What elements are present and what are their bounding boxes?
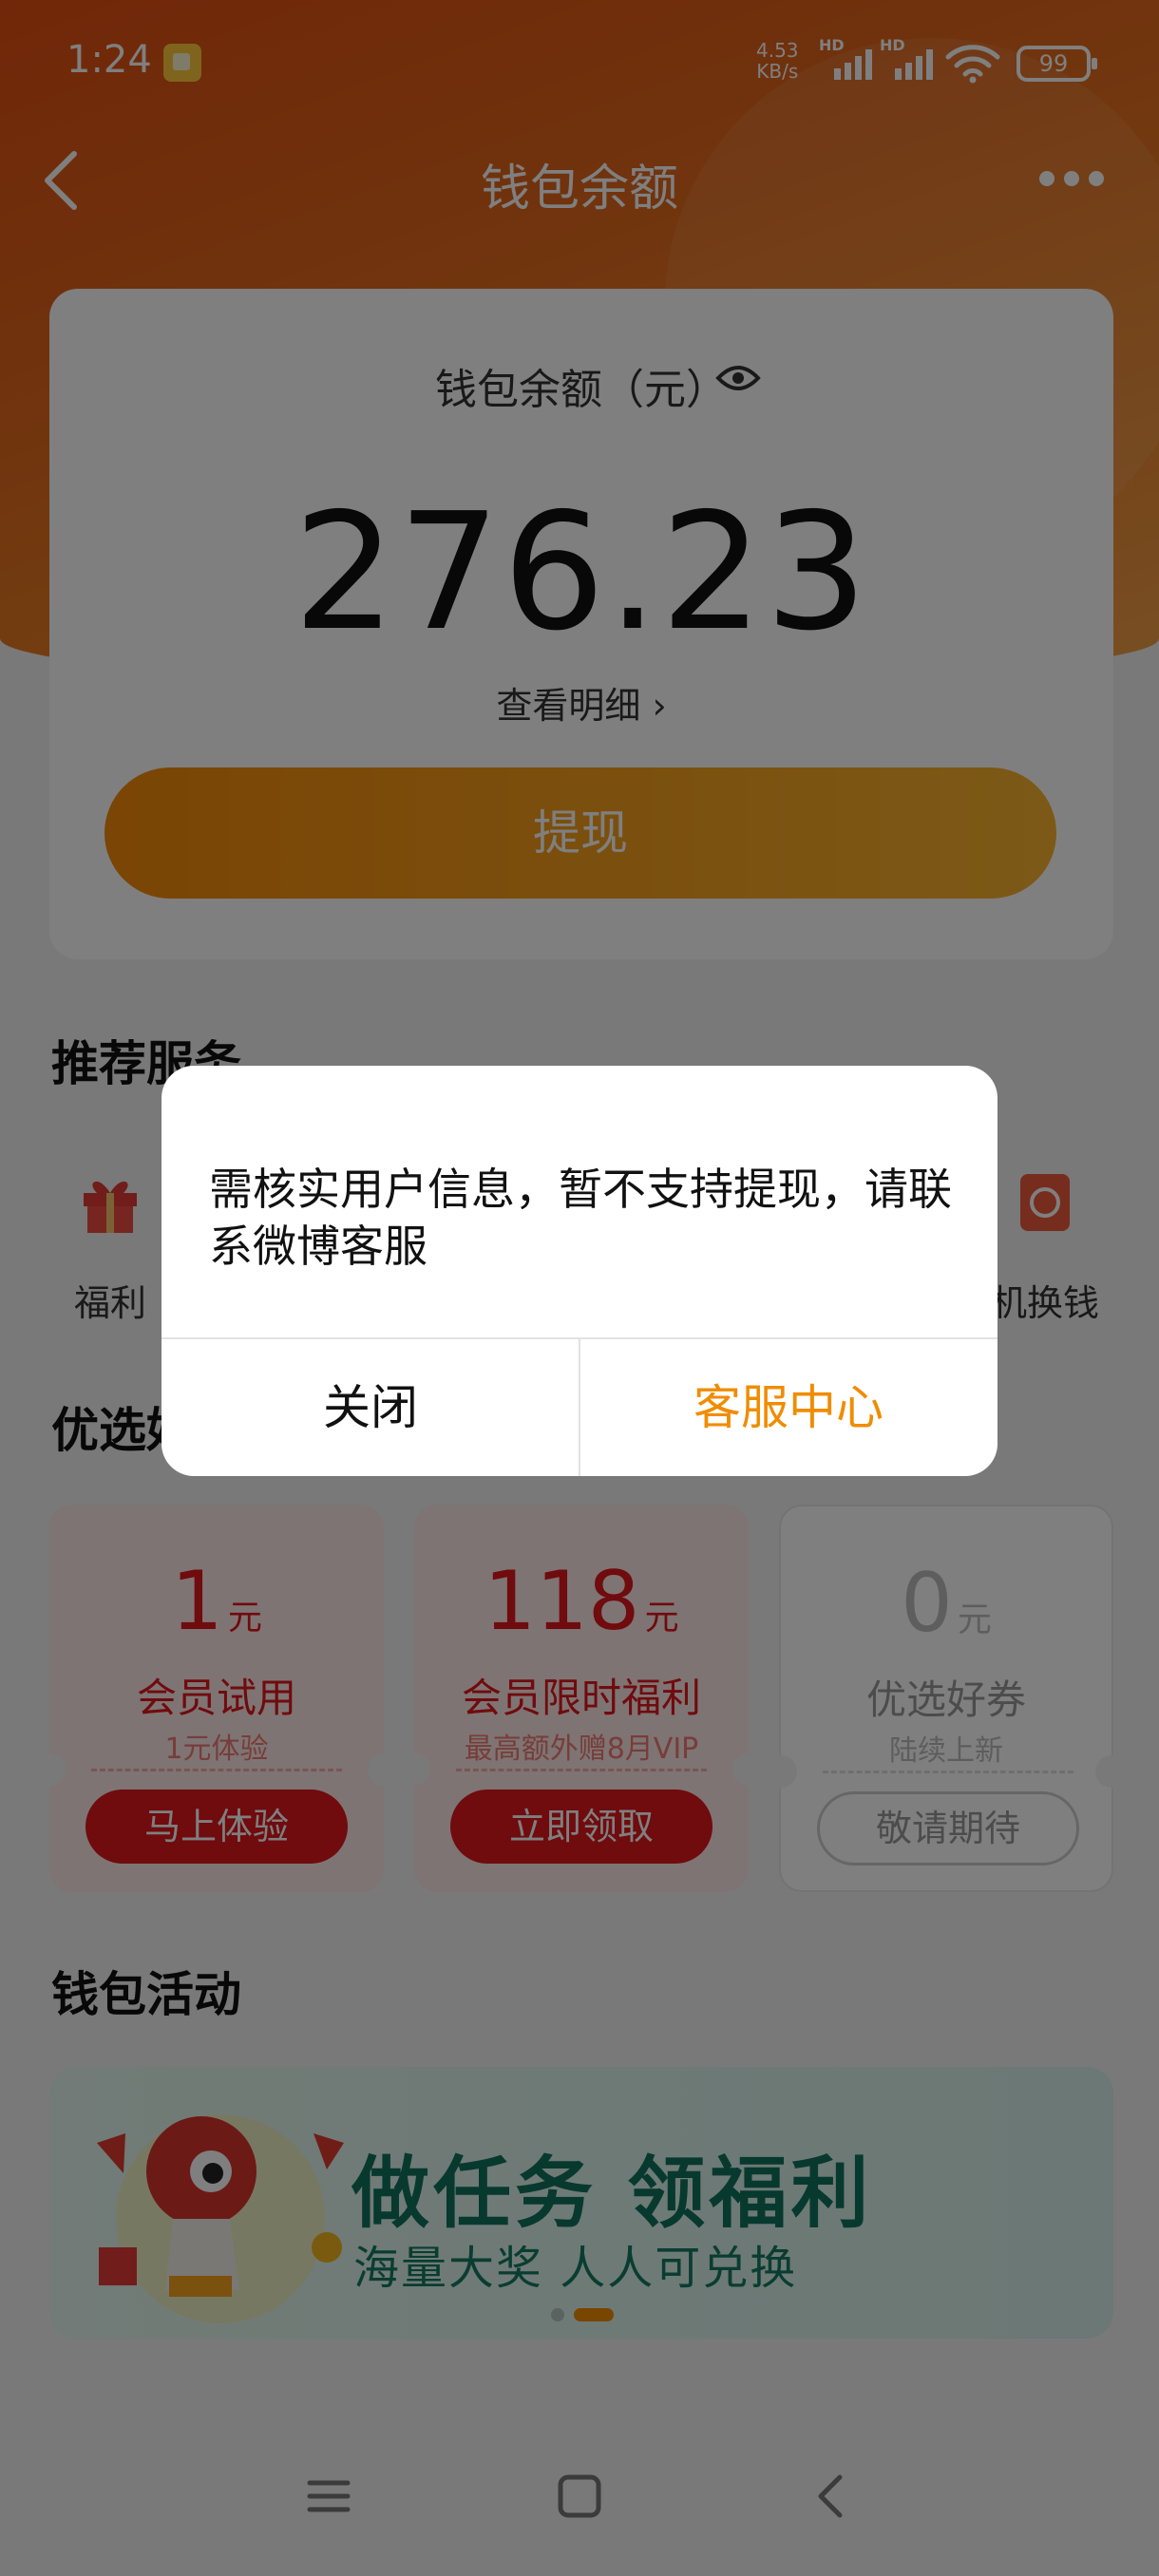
customer-service-button[interactable]: 客服中心	[580, 1339, 998, 1476]
withdraw-alert-dialog: 需核实用户信息，暂不支持提现，请联系微博客服 关闭 客服中心	[162, 1066, 998, 1476]
close-button[interactable]: 关闭	[162, 1339, 580, 1476]
dialog-message: 需核实用户信息，暂不支持提现，请联系微博客服	[209, 1164, 952, 1272]
